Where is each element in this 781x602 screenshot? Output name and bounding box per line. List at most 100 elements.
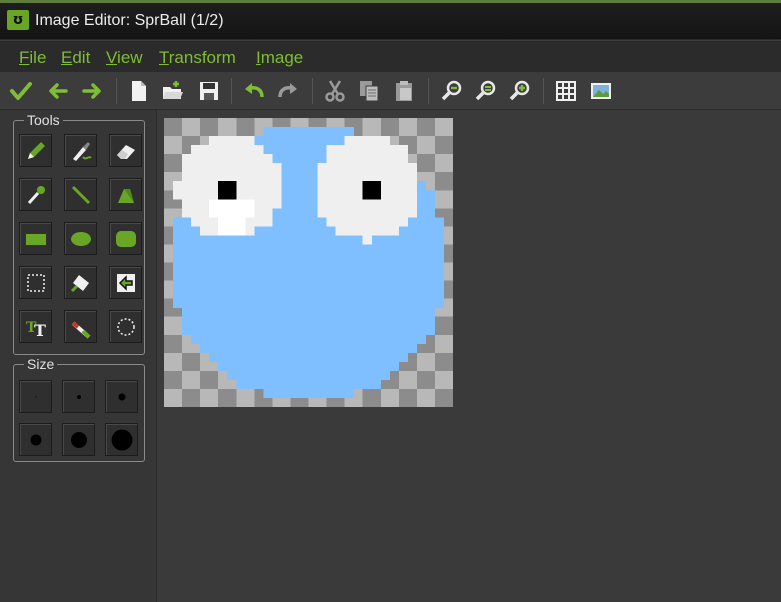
sprite-body-pixel bbox=[254, 262, 264, 272]
brush-size-5-button[interactable] bbox=[62, 423, 95, 456]
tool-rectangle-button[interactable] bbox=[19, 222, 52, 255]
sprite-body-pixel bbox=[344, 325, 354, 335]
sprite-body-pixel bbox=[245, 271, 255, 281]
canvas-area[interactable] bbox=[157, 110, 781, 602]
sprite-body-pixel bbox=[326, 235, 336, 245]
sprite-body-pixel bbox=[299, 361, 309, 372]
sprite-body-pixel bbox=[362, 307, 372, 317]
sprite-body-pixel bbox=[290, 361, 300, 372]
sprite-body-pixel bbox=[290, 343, 300, 353]
redo-arrow-icon[interactable] bbox=[80, 79, 104, 103]
left-eye-white bbox=[245, 154, 255, 164]
sprite-body-pixel bbox=[407, 226, 418, 236]
sprite-body-pixel bbox=[335, 244, 345, 254]
left-eye-white bbox=[191, 172, 201, 182]
brush-dot-icon bbox=[111, 429, 133, 451]
zoom-out-icon[interactable] bbox=[440, 79, 464, 103]
tool-magic-wand-button[interactable] bbox=[64, 266, 97, 299]
tool-polygon-button[interactable] bbox=[109, 178, 142, 211]
menu-file[interactable]: File bbox=[19, 48, 46, 68]
right-eye-white bbox=[317, 190, 327, 200]
sprite-body-pixel bbox=[191, 298, 201, 308]
menu-view[interactable]: View bbox=[106, 48, 143, 68]
brush-size-2-button[interactable] bbox=[62, 380, 95, 413]
background-image-icon[interactable] bbox=[589, 79, 613, 103]
open-file-icon[interactable] bbox=[161, 79, 185, 103]
new-file-icon[interactable] bbox=[127, 79, 151, 103]
sprite-body-pixel bbox=[434, 253, 445, 263]
transparency-tile bbox=[164, 334, 183, 353]
cut-icon[interactable] bbox=[323, 79, 347, 103]
sprite-body-pixel bbox=[308, 307, 318, 317]
right-eye-white bbox=[353, 136, 363, 146]
sprite-body-pixel bbox=[263, 370, 273, 381]
tool-pencil-button[interactable] bbox=[19, 134, 52, 167]
sprite-body-pixel bbox=[353, 325, 363, 335]
tool-line-button[interactable] bbox=[64, 178, 97, 211]
sprite-body-pixel bbox=[182, 253, 192, 263]
tool-color-picker-button[interactable] bbox=[19, 178, 52, 211]
title-bar[interactable]: ʊ Image Editor: SprBall (1/2) bbox=[0, 3, 781, 40]
right-eye-white bbox=[407, 163, 418, 173]
left-eye-white bbox=[182, 181, 192, 191]
sprite-body-pixel bbox=[344, 298, 354, 308]
left-eye-white bbox=[173, 181, 183, 191]
sprite-body-pixel bbox=[425, 208, 436, 218]
left-eye-white bbox=[218, 136, 228, 146]
tool-fill-button[interactable] bbox=[109, 266, 142, 299]
sprite-body-pixel bbox=[344, 334, 354, 344]
right-eye-white bbox=[380, 145, 390, 155]
undo-icon[interactable] bbox=[242, 79, 266, 103]
zoom-in-icon[interactable] bbox=[508, 79, 532, 103]
transparency-tile bbox=[398, 370, 417, 389]
sprite-body-pixel bbox=[308, 379, 318, 390]
right-eye-white bbox=[389, 226, 399, 236]
sprite-body-pixel bbox=[398, 307, 409, 317]
right-eye-white bbox=[398, 181, 409, 191]
brush-size-6-button[interactable] bbox=[105, 423, 138, 456]
right-eye-white bbox=[371, 217, 381, 227]
left-eye-white bbox=[245, 145, 255, 155]
sprite-body-pixel bbox=[200, 298, 210, 308]
tool-circle-selection-button[interactable] bbox=[109, 310, 142, 343]
tool-ellipse-button[interactable] bbox=[64, 222, 97, 255]
menu-image[interactable]: Image bbox=[256, 48, 303, 68]
sprite-body-pixel bbox=[344, 262, 354, 272]
tool-spray-button[interactable] bbox=[64, 134, 97, 167]
sprite-body-pixel bbox=[317, 145, 327, 155]
brush-size-3-button[interactable] bbox=[105, 380, 138, 413]
sprite-body-pixel bbox=[398, 334, 409, 344]
zoom-reset-icon[interactable] bbox=[474, 79, 498, 103]
sprite-canvas[interactable] bbox=[164, 118, 453, 407]
tool-eraser-button[interactable] bbox=[109, 134, 142, 167]
sprite-body-pixel bbox=[263, 307, 273, 317]
menu-edit[interactable]: Edit bbox=[61, 48, 90, 68]
sprite-body-pixel bbox=[416, 289, 427, 299]
save-icon[interactable] bbox=[197, 79, 221, 103]
sprite-body-pixel bbox=[245, 316, 255, 326]
right-eye-white bbox=[326, 190, 336, 200]
sprite-body-pixel bbox=[398, 316, 409, 326]
undo-arrow-icon[interactable] bbox=[46, 79, 70, 103]
redo-icon[interactable] bbox=[276, 79, 300, 103]
sprite-body-pixel bbox=[281, 361, 291, 372]
grid-icon[interactable] bbox=[554, 79, 578, 103]
sprite-body-pixel bbox=[317, 271, 327, 281]
tool-line-eraser-button[interactable] bbox=[64, 310, 97, 343]
sprite-body-pixel bbox=[344, 253, 354, 263]
brush-size-4-button[interactable] bbox=[19, 423, 52, 456]
tool-selection-button[interactable] bbox=[19, 266, 52, 299]
confirm-check-icon[interactable] bbox=[9, 79, 33, 103]
sprite-body-pixel bbox=[299, 379, 309, 390]
brush-size-1-button[interactable] bbox=[19, 380, 52, 413]
tool-rounded-rectangle-button[interactable] bbox=[109, 222, 142, 255]
sprite-body-pixel bbox=[173, 244, 183, 254]
tool-text-button[interactable]: TT bbox=[19, 310, 52, 343]
sprite-body-pixel bbox=[299, 163, 309, 173]
right-eye-white bbox=[362, 217, 372, 227]
sprite-body-pixel bbox=[308, 316, 318, 326]
sprite-body-pixel bbox=[308, 280, 318, 290]
copy-icon[interactable] bbox=[357, 79, 381, 103]
menu-transform[interactable]: Transform bbox=[159, 48, 236, 68]
paste-icon[interactable] bbox=[392, 79, 416, 103]
